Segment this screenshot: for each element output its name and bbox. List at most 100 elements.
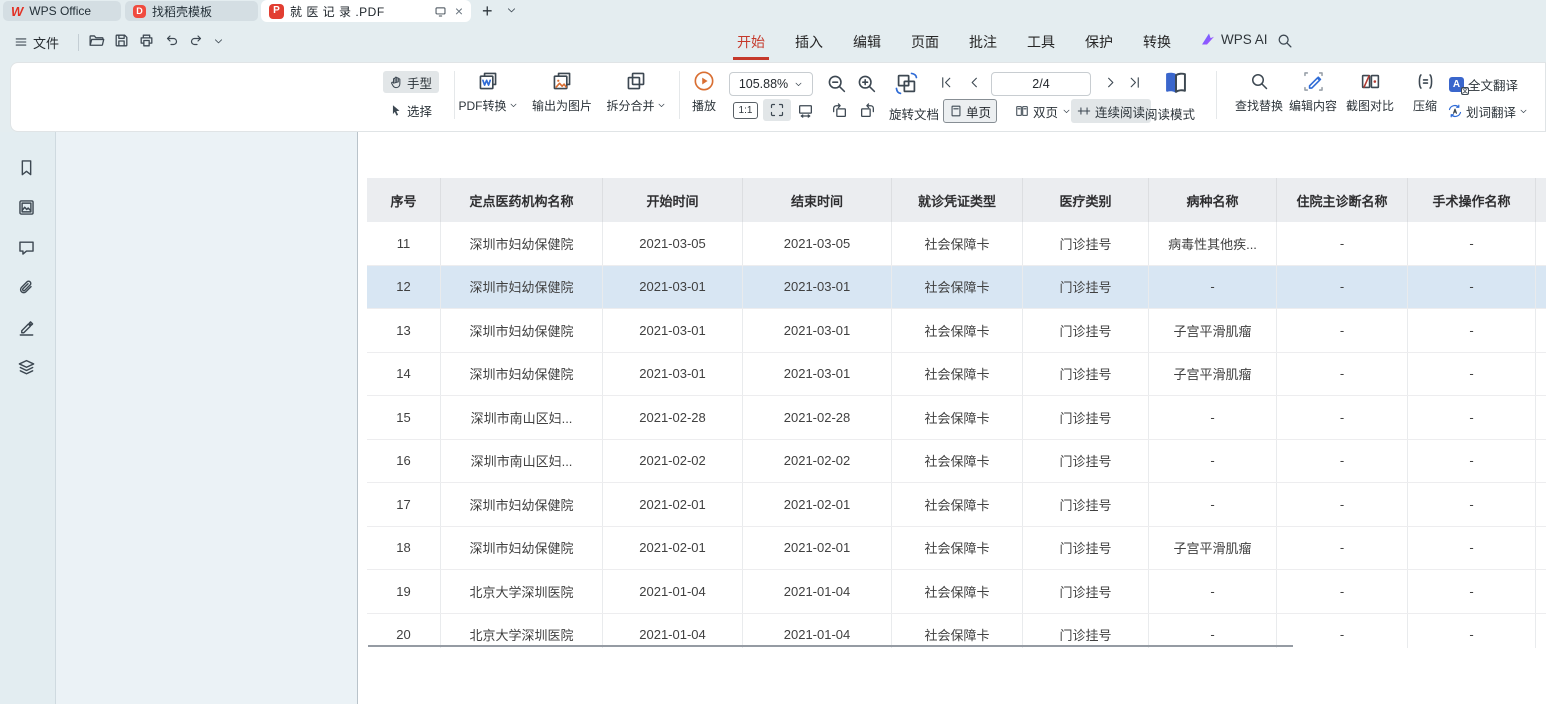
table-cell: 北京大学深圳医院 <box>441 614 603 649</box>
table-cell <box>1536 440 1546 483</box>
zoom-level-select[interactable]: 105.88% <box>729 72 813 96</box>
table-cell: 门诊挂号 <box>1023 266 1149 309</box>
select-tool-label: 选择 <box>407 101 432 120</box>
hand-tool-button[interactable]: 手型 <box>383 71 439 93</box>
quick-access-chevron-icon[interactable] <box>213 36 224 47</box>
new-tab-button[interactable]: + <box>482 0 493 22</box>
comment-icon[interactable] <box>17 238 36 257</box>
menu-item-page[interactable]: 页面 <box>911 28 939 56</box>
print-icon[interactable] <box>138 32 155 49</box>
table-cell: 2021-01-04 <box>743 570 892 613</box>
table-cell: 16 <box>367 440 441 483</box>
edit-content-button[interactable]: 编辑内容 <box>1283 68 1343 114</box>
hand-icon <box>389 75 403 89</box>
thumbnail-panel-icon[interactable] <box>17 198 36 217</box>
screenshot-compare-button[interactable]: 截图对比 <box>1341 68 1399 114</box>
file-menu-button[interactable]: 文件 <box>14 30 59 54</box>
pdf-convert-label: PDF转换 <box>458 97 506 114</box>
find-replace-icon <box>1249 71 1269 91</box>
fit-width-icon[interactable] <box>797 102 814 119</box>
menu-item-annotate[interactable]: 批注 <box>969 28 997 56</box>
table-cell: 2021-02-01 <box>743 483 892 526</box>
select-tool-button[interactable]: 选择 <box>383 99 439 121</box>
table-body: 11深圳市妇幼保健院2021-03-052021-03-05社会保障卡门诊挂号病… <box>367 222 1546 648</box>
tab-docer-template[interactable]: D 找稻壳模板 <box>125 1 258 21</box>
zoom-out-icon[interactable] <box>826 73 847 94</box>
table-cell: 门诊挂号 <box>1023 396 1149 439</box>
layers-icon[interactable] <box>17 358 36 377</box>
hamburger-icon <box>14 35 28 49</box>
docer-logo-icon: D <box>133 5 146 18</box>
table-cell: 社会保障卡 <box>892 266 1023 309</box>
menu-item-insert[interactable]: 插入 <box>795 28 823 56</box>
edit-pencil-icon <box>1303 71 1324 92</box>
double-page-label: 双页 <box>1033 102 1058 121</box>
table-cell <box>1536 266 1546 309</box>
last-page-icon[interactable] <box>1127 75 1142 90</box>
find-replace-label: 查找替换 <box>1235 97 1283 114</box>
fit-page-button[interactable] <box>763 99 791 121</box>
read-mode-book-icon[interactable] <box>1163 70 1189 96</box>
tab-wps-office[interactable]: W WPS Office <box>3 1 121 21</box>
menu-item-convert[interactable]: 转换 <box>1143 28 1171 56</box>
pdf-convert-button[interactable]: PDF转换 <box>455 68 521 114</box>
table-cell <box>1536 222 1546 265</box>
table-cell: 门诊挂号 <box>1023 483 1149 526</box>
compress-button[interactable]: 压缩 <box>1403 68 1447 114</box>
table-cell: 深圳市妇幼保健院 <box>441 266 603 309</box>
table-cell: 社会保障卡 <box>892 570 1023 613</box>
undo-icon[interactable] <box>164 32 180 48</box>
table-cell: 深圳市妇幼保健院 <box>441 222 603 265</box>
menu-search-icon[interactable] <box>1276 32 1293 49</box>
table-cell: 15 <box>367 396 441 439</box>
play-button[interactable]: 播放 <box>681 68 727 114</box>
split-merge-label: 拆分合并 <box>606 97 654 114</box>
first-page-icon[interactable] <box>939 75 954 90</box>
next-page-icon[interactable] <box>1103 75 1118 90</box>
table-cell: 深圳市南山区妇... <box>441 396 603 439</box>
continuous-read-button[interactable]: 连续阅读 <box>1071 99 1151 123</box>
table-row: 14深圳市妇幼保健院2021-03-012021-03-01社会保障卡门诊挂号子… <box>367 353 1546 397</box>
table-row: 13深圳市妇幼保健院2021-03-012021-03-01社会保障卡门诊挂号子… <box>367 309 1546 353</box>
attachment-icon[interactable] <box>17 278 36 297</box>
present-icon[interactable] <box>434 5 447 18</box>
word-translate-button[interactable]: 划词翻译 <box>1447 100 1528 122</box>
menu-item-home[interactable]: 开始 <box>737 28 765 56</box>
menu-item-tools[interactable]: 工具 <box>1027 28 1055 56</box>
signature-pen-icon[interactable] <box>17 318 36 337</box>
tab-list-chevron-icon[interactable] <box>506 5 517 16</box>
open-file-icon[interactable] <box>88 32 105 49</box>
wps-ai-button[interactable]: WPS AI <box>1200 31 1268 47</box>
save-icon[interactable] <box>113 32 130 49</box>
play-label: 播放 <box>692 97 716 114</box>
toolbar: 手型 选择 PDF转换 输出为图片 拆分合并 播放 105.88% <box>10 62 1546 132</box>
column-header: 定点医药机构名称 <box>441 178 603 222</box>
divider <box>78 34 79 51</box>
actual-size-button[interactable]: 1:1 <box>733 102 758 119</box>
tab-document[interactable]: P 就 医 记 录 .PDF × <box>261 0 471 22</box>
prev-page-icon[interactable] <box>967 75 982 90</box>
double-page-button[interactable]: 双页 <box>1009 100 1077 122</box>
single-page-button[interactable]: 单页 <box>943 99 997 123</box>
redo-icon[interactable] <box>188 32 204 48</box>
close-tab-icon[interactable]: × <box>455 4 463 18</box>
read-mode-label[interactable]: 阅读模式 <box>1145 104 1195 123</box>
table-cell: 2021-03-01 <box>603 309 743 352</box>
zoom-in-icon[interactable] <box>856 73 877 94</box>
table-cell <box>1536 396 1546 439</box>
bookmark-icon[interactable] <box>17 158 36 177</box>
full-translate-button[interactable]: A文 全文翻译 <box>1449 73 1518 95</box>
rotate-left-icon[interactable] <box>831 102 848 119</box>
hand-tool-label: 手型 <box>407 73 432 92</box>
menu-item-protect[interactable]: 保护 <box>1085 28 1113 56</box>
menu-item-edit[interactable]: 编辑 <box>853 28 881 56</box>
find-replace-button[interactable]: 查找替换 <box>1227 68 1291 114</box>
split-merge-button[interactable]: 拆分合并 <box>601 68 671 114</box>
page-indicator-input[interactable]: 2/4 <box>991 72 1091 96</box>
export-image-button[interactable]: 输出为图片 <box>525 68 599 114</box>
table-cell: - <box>1408 440 1536 483</box>
table-cell: 子宫平滑肌瘤 <box>1149 353 1277 396</box>
rotate-doc-label[interactable]: 旋转文档 <box>889 104 939 123</box>
rotate-pages-icon[interactable] <box>895 72 918 95</box>
rotate-right-icon[interactable] <box>859 102 876 119</box>
